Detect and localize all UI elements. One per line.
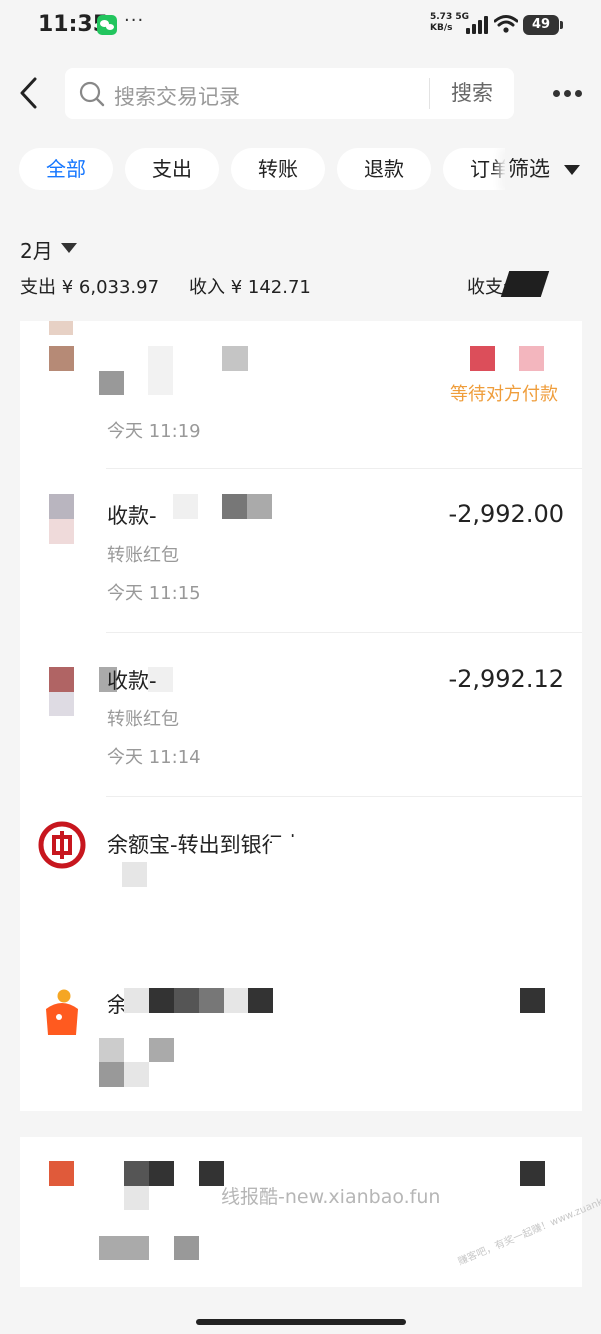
redaction-mosaic	[470, 822, 560, 862]
redaction-mosaic	[222, 346, 248, 371]
redaction-mosaic	[124, 1236, 149, 1260]
redaction-mosaic	[199, 988, 224, 1013]
transaction-amount: -2,992.00	[448, 500, 564, 528]
tab-expense[interactable]: 支出	[125, 148, 219, 190]
signal-icon	[466, 16, 488, 34]
avatar-mosaic	[49, 321, 73, 335]
redaction-mosaic	[99, 1038, 124, 1062]
income-total: 收入 ¥ 142.71	[189, 277, 311, 298]
transaction-row[interactable]: 收款- -2,992.00 转账红包 今天 11:15	[20, 469, 582, 633]
redaction-mosaic	[248, 988, 273, 1013]
redaction-mosaic	[224, 988, 248, 1013]
avatar	[49, 1161, 74, 1186]
wifi-icon	[494, 15, 518, 33]
status-bar: 11:35 ··· 5.73 5G KB/s 49	[0, 0, 601, 52]
redaction-mosaic	[124, 1186, 149, 1210]
filter-label: 筛选	[508, 157, 550, 181]
tab-refund[interactable]: 退款	[337, 148, 431, 190]
avatar-mosaic	[49, 519, 74, 544]
notification-more-icon: ···	[124, 10, 145, 31]
tab-all[interactable]: 全部	[19, 148, 113, 190]
more-options-icon[interactable]	[550, 90, 584, 98]
redaction-mosaic	[124, 988, 149, 1013]
search-button[interactable]: 搜索	[430, 68, 514, 119]
transaction-time: 今天 11:14	[107, 747, 201, 768]
transaction-title: 收款-	[107, 504, 157, 528]
search-input[interactable]: 搜索交易记录	[114, 81, 240, 111]
redaction-mosaic	[122, 862, 147, 887]
avatar	[49, 346, 74, 371]
redaction-mosaic	[148, 371, 173, 395]
redaction-mosaic	[148, 346, 173, 371]
transaction-row[interactable]: 收款- -2,992.12 转账红包 今天 11:14	[20, 633, 582, 797]
redaction-mosaic	[470, 346, 495, 371]
transaction-row[interactable]	[20, 1137, 582, 1287]
transaction-title: 收款-	[107, 669, 157, 693]
bank-logo-icon	[38, 821, 86, 869]
filter-button[interactable]: 筛选	[505, 148, 601, 192]
redaction-mosaic	[149, 1161, 174, 1186]
redaction-mosaic	[520, 988, 545, 1013]
transaction-status: 等待对方付款	[450, 384, 558, 405]
avatar	[49, 494, 74, 519]
redaction-mosaic	[99, 1062, 124, 1087]
redaction-mosaic	[519, 346, 544, 371]
avatar	[49, 667, 74, 692]
battery-icon: 49	[523, 15, 563, 35]
site-watermark: 线报酷-new.xianbao.fun	[221, 1186, 441, 1208]
month-selector[interactable]: 2月	[20, 235, 53, 264]
transaction-time: 今天 11:15	[107, 583, 201, 604]
transaction-time: 今天 11:19	[107, 421, 201, 442]
network-speed: 5.73 5G KB/s	[430, 12, 469, 34]
search-box[interactable]: 搜索交易记录 搜索	[65, 68, 514, 119]
redaction-mosaic	[247, 494, 272, 519]
yuebao-logo-icon	[46, 989, 78, 1035]
redaction-mosaic	[222, 494, 247, 519]
chevron-down-icon	[564, 165, 580, 175]
transaction-subtitle: 转账红包	[107, 709, 179, 730]
back-icon[interactable]	[16, 76, 44, 110]
filter-tabs: 全部 支出 转账 退款 订单 筛选	[0, 148, 601, 192]
tab-transfer[interactable]: 转账	[231, 148, 325, 190]
transaction-row[interactable]: 等待对方付款 今天 11:19	[20, 321, 582, 469]
wechat-icon	[97, 15, 117, 35]
redaction-mosaic	[99, 1236, 124, 1260]
redaction-mark	[500, 271, 550, 297]
redaction-mosaic	[174, 1236, 199, 1260]
redaction-mosaic	[149, 1038, 174, 1062]
expense-total: 支出 ¥ 6,033.97	[20, 277, 160, 298]
redaction-mosaic	[520, 1161, 545, 1186]
redaction-mosaic	[124, 1161, 149, 1186]
redaction-mosaic	[99, 371, 124, 395]
chevron-down-icon[interactable]	[61, 243, 77, 253]
search-icon	[79, 81, 105, 107]
redaction-mosaic	[124, 1062, 149, 1087]
home-indicator[interactable]	[196, 1319, 406, 1325]
avatar-mosaic	[49, 692, 74, 716]
network-speed-value: 5.73	[430, 12, 453, 22]
redaction-mosaic	[174, 988, 199, 1013]
redaction-mosaic	[149, 988, 174, 1013]
transaction-row[interactable]: 余	[20, 961, 582, 1111]
redaction-mosaic	[272, 837, 332, 857]
transaction-list: 等待对方付款 今天 11:19 收款- -2,992.00 转账红包 今天 11…	[20, 321, 582, 1321]
transaction-subtitle: 转账红包	[107, 545, 179, 566]
transaction-amount: -2,992.12	[448, 665, 564, 693]
redaction-mosaic	[173, 494, 198, 519]
network-speed-unit: KB/s	[430, 23, 453, 33]
transaction-row[interactable]: 余额宝-转出到银行卡	[20, 797, 582, 961]
